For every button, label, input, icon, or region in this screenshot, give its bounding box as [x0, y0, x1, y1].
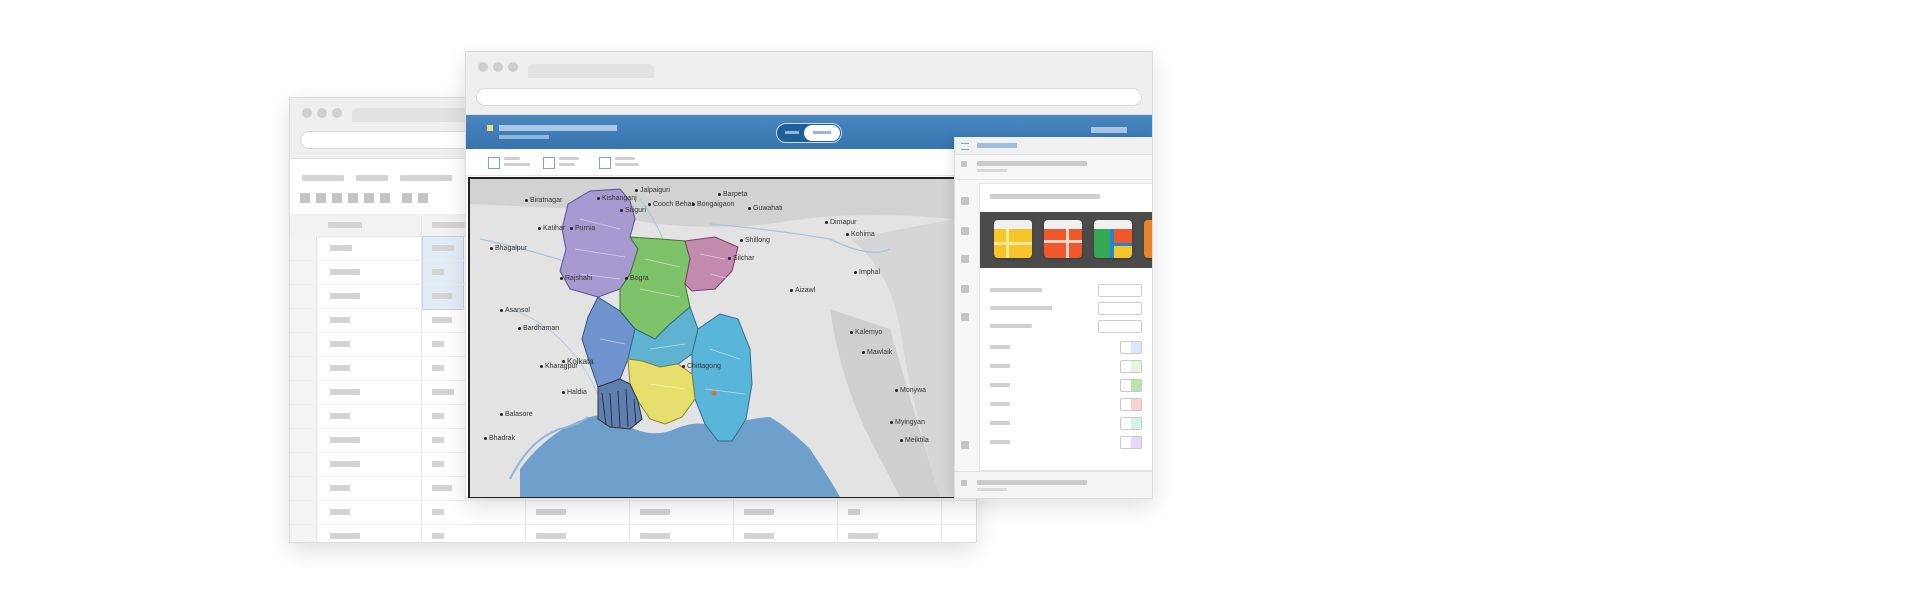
panel-menu-icon[interactable] — [961, 143, 969, 150]
map-label: Kharagpur — [540, 363, 578, 370]
style-tile-multicolor[interactable] — [1094, 220, 1132, 258]
map-label: Silchar — [728, 255, 754, 262]
map-label: Mawlaik — [862, 349, 892, 356]
map-label: Bogra — [625, 275, 649, 282]
map-label: Shillong — [740, 237, 770, 244]
color-swatch-blue[interactable] — [1120, 341, 1142, 354]
front-window-chrome — [466, 52, 1152, 115]
map-label: Siliguri — [620, 207, 646, 214]
map-label: Meiktila — [900, 437, 929, 444]
toolbar-icon[interactable] — [300, 193, 310, 203]
browser-tab[interactable] — [528, 64, 654, 78]
map-label: Asansol — [500, 307, 530, 314]
rail-icon[interactable] — [961, 255, 969, 263]
toolbar-icon[interactable] — [348, 193, 358, 203]
view-toggle[interactable] — [776, 123, 842, 143]
settings-panel-tabbar — [955, 137, 1152, 155]
map-label: Biratnagar — [525, 197, 562, 204]
map-label: Jalpaiguri — [635, 187, 670, 194]
map-label: Monywa — [895, 387, 926, 394]
map-label: Imphal — [854, 269, 880, 276]
map-canvas[interactable]: Biratnagar Kishanganj Jalpaiguri Siligur… — [468, 177, 956, 498]
table-row[interactable] — [290, 524, 976, 542]
toolbar-icon[interactable] — [364, 193, 374, 203]
map-label: Chittagong — [682, 363, 721, 370]
rail-icon[interactable] — [961, 227, 969, 235]
app-title-placeholder — [499, 125, 617, 131]
city-marker — [711, 390, 717, 396]
toolbar-icon[interactable] — [402, 193, 412, 203]
map-label: Kishanganj — [597, 195, 637, 202]
toolbar-icon[interactable] — [380, 193, 390, 203]
layer-checkbox[interactable] — [543, 157, 555, 169]
style-tile-orange[interactable] — [1144, 220, 1152, 258]
rail-icon[interactable] — [961, 313, 969, 321]
column-header[interactable] — [432, 222, 466, 228]
map-label: Balasore — [500, 411, 533, 418]
map-label: Kohima — [846, 231, 875, 238]
address-bar[interactable] — [476, 88, 1142, 106]
map-label: Barpeta — [718, 191, 748, 198]
toolbar-icon[interactable] — [332, 193, 342, 203]
window-minimize-dot[interactable] — [317, 108, 327, 118]
settings-field[interactable] — [1098, 320, 1142, 333]
view-toggle-off-label — [785, 131, 799, 134]
map-label: Haldia — [562, 389, 587, 396]
layer-checkbox[interactable] — [599, 157, 611, 169]
panel-tab-label[interactable] — [977, 143, 1017, 148]
view-toggle-on-label — [813, 131, 831, 134]
settings-panel — [954, 137, 1152, 498]
panel-section-header — [955, 155, 1152, 180]
menu-item[interactable] — [356, 175, 388, 181]
menu-item[interactable] — [302, 175, 344, 181]
browser-tab[interactable] — [352, 108, 472, 122]
rail-icon[interactable] — [961, 285, 969, 293]
column-header[interactable] — [328, 222, 362, 228]
toolbar-icon[interactable] — [316, 193, 326, 203]
window-maximize-dot[interactable] — [332, 108, 342, 118]
style-picker — [980, 212, 1152, 268]
menu-item[interactable] — [400, 175, 452, 181]
header-link-placeholder[interactable] — [1091, 127, 1127, 133]
map-label: Purnia — [570, 225, 595, 232]
color-swatch-lightgreen[interactable] — [1120, 360, 1142, 373]
color-swatch-green[interactable] — [1120, 379, 1142, 392]
front-browser-window: Biratnagar Kishanganj Jalpaiguri Siligur… — [465, 51, 1153, 499]
table-row[interactable] — [290, 500, 976, 525]
map-label: Bhagalpur — [490, 245, 527, 252]
style-tile-yellow[interactable] — [994, 220, 1032, 258]
map-label: Myingyan — [890, 419, 925, 426]
panel-icon-rail — [955, 179, 975, 459]
window-close-dot[interactable] — [478, 62, 488, 72]
map-label: Bongaigaon — [692, 201, 734, 208]
map-label: Cooch Behar — [648, 201, 694, 208]
window-maximize-dot[interactable] — [508, 62, 518, 72]
app-logo-icon — [487, 125, 493, 131]
style-tile-red[interactable] — [1044, 220, 1082, 258]
app-subtitle-placeholder — [499, 135, 549, 139]
map-label: Dimapur — [825, 219, 856, 226]
color-swatch-mint[interactable] — [1120, 417, 1142, 430]
map-label: Bardhaman — [518, 325, 559, 332]
toolbar-icon[interactable] — [418, 193, 428, 203]
layer-options-row — [466, 149, 956, 176]
map-label: Kalemyo — [850, 329, 882, 336]
settings-field[interactable] — [1098, 284, 1142, 297]
window-minimize-dot[interactable] — [493, 62, 503, 72]
rail-icon[interactable] — [961, 441, 969, 449]
panel-content-card — [979, 183, 1152, 471]
map-label: Guwahati — [748, 205, 783, 212]
panel-footer — [955, 471, 1152, 498]
color-swatch-pink[interactable] — [1120, 398, 1142, 411]
map-label: Bhadrak — [484, 435, 515, 442]
map-label: Aizawl — [790, 287, 815, 294]
rail-icon[interactable] — [961, 197, 969, 205]
map-label: Rajshahi — [560, 275, 592, 282]
map-label: Katihar — [538, 225, 565, 232]
color-swatch-lavender[interactable] — [1120, 436, 1142, 449]
layer-checkbox[interactable] — [488, 157, 500, 169]
settings-field[interactable] — [1098, 302, 1142, 315]
window-close-dot[interactable] — [302, 108, 312, 118]
